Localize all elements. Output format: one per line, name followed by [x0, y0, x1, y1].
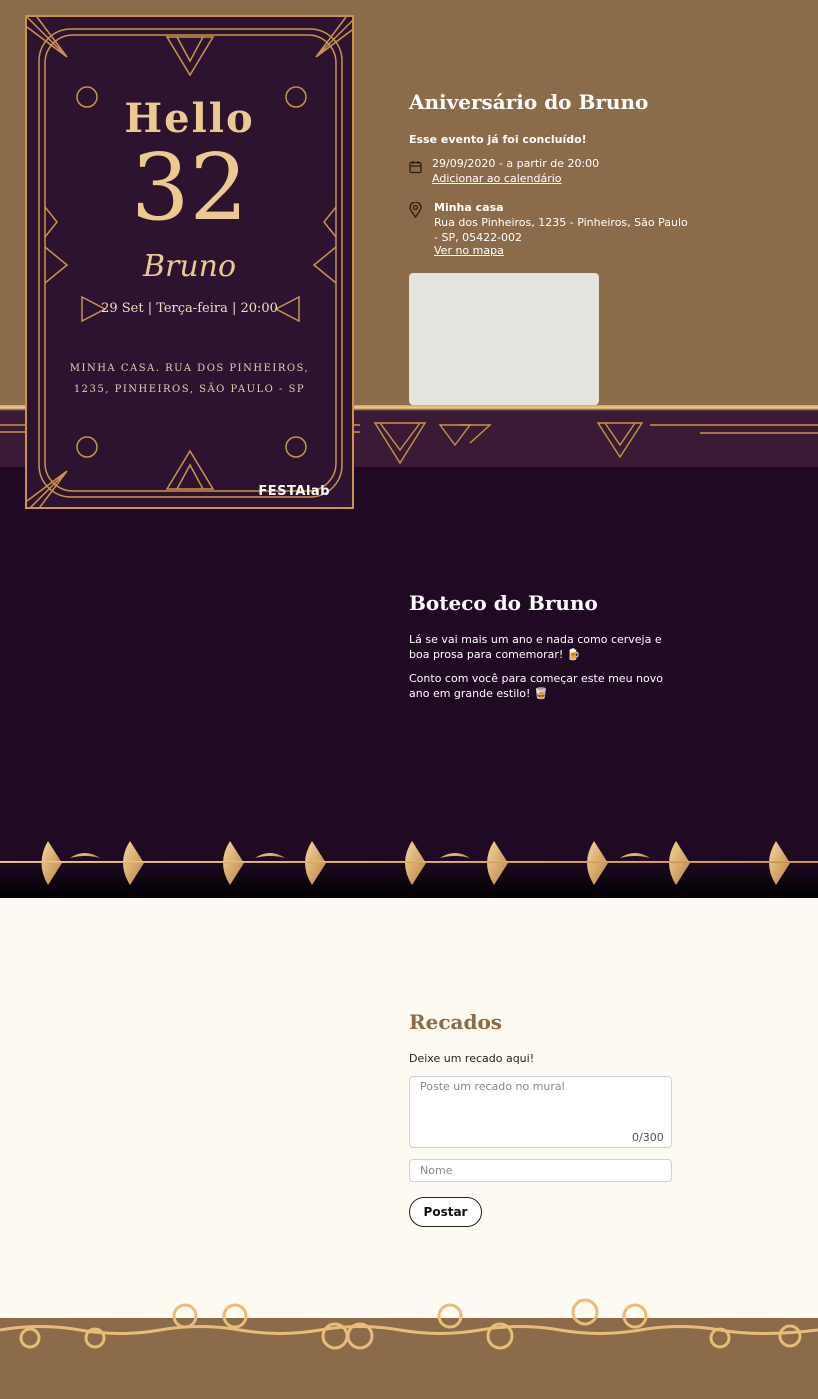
- view-map-link[interactable]: Ver no mapa: [434, 244, 504, 257]
- map-preview[interactable]: [409, 273, 599, 405]
- messages-subtitle: Deixe um recado aqui!: [409, 1052, 535, 1065]
- messages-title: Recados: [409, 1010, 503, 1034]
- description-title: Boteco do Bruno: [409, 591, 598, 615]
- post-button[interactable]: Postar: [409, 1197, 482, 1227]
- calendar-icon: [409, 159, 422, 178]
- event-date: 29/09/2020 - a partir de 20:00: [432, 157, 600, 170]
- event-status: Esse evento já foi concluído!: [409, 133, 587, 146]
- invite-address-line2: 1235, PINHEIROS, SÃO PAULO - SP: [73, 384, 306, 395]
- add-to-calendar-link[interactable]: Adicionar ao calendário: [432, 172, 562, 185]
- description-paragraph: Lá se vai mais um ano e nada como cervej…: [409, 633, 662, 661]
- swirl-ornament-footer: [0, 1298, 818, 1395]
- char-counter: 0/300: [632, 1131, 664, 1144]
- invite-name: Bruno: [142, 249, 237, 284]
- fan-ornament-divider: [0, 836, 818, 898]
- brand-logo: FESTAlab: [258, 484, 330, 499]
- name-field[interactable]: [409, 1159, 672, 1182]
- message-placeholder: Poste um recado no mural: [420, 1080, 565, 1093]
- invite-age: 32: [130, 134, 249, 241]
- description-paragraph: Conto com você para começar este meu nov…: [409, 672, 663, 700]
- place-name: Minha casa: [434, 201, 504, 214]
- event-title: Aniversário do Bruno: [409, 90, 649, 114]
- invite-address-line1: MINHA CASA. RUA DOS PINHEIROS,: [69, 363, 310, 374]
- invitation-card: Hello 32 Bruno 29 Set | Terça-feira | 20…: [25, 15, 354, 509]
- place-address: Rua dos Pinheiros, 1235 - Pinheiros, São…: [434, 216, 688, 244]
- invite-date: 29 Set | Terça-feira | 20:00: [101, 301, 278, 316]
- location-pin-icon: [409, 201, 422, 222]
